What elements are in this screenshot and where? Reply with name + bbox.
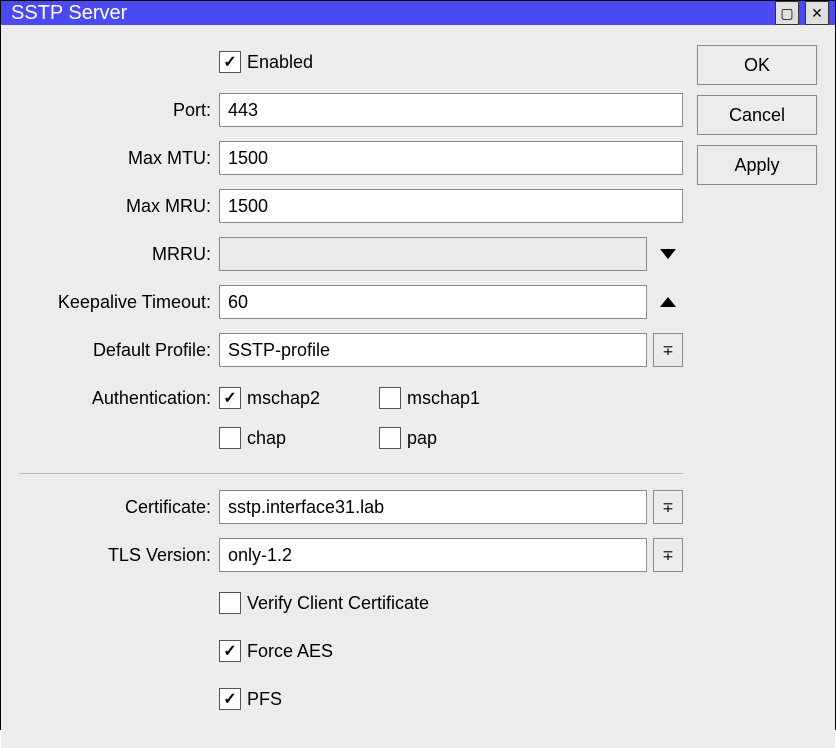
row-port: Port:	[19, 93, 683, 127]
chevron-down-icon	[660, 249, 676, 259]
row-max-mtu: Max MTU:	[19, 141, 683, 175]
enabled-checkbox[interactable]	[219, 51, 241, 73]
sstp-server-window: SSTP Server ▢ ✕ Enabled	[0, 0, 836, 730]
max-mtu-label: Max MTU:	[19, 148, 219, 169]
certificate-label: Certificate:	[19, 497, 219, 518]
mschap1-checkbox[interactable]	[379, 387, 401, 409]
titlebar-buttons: ▢ ✕	[775, 1, 829, 25]
restore-button[interactable]: ▢	[775, 1, 799, 25]
row-keepalive: Keepalive Timeout:	[19, 285, 683, 319]
close-icon: ✕	[811, 6, 823, 20]
titlebar: SSTP Server ▢ ✕	[1, 1, 835, 25]
row-verify-client: Verify Client Certificate	[19, 586, 683, 620]
row-auth-1: Authentication: mschap2 mschap1	[19, 381, 683, 415]
row-max-mru: Max MRU:	[19, 189, 683, 223]
pfs-checkbox-label[interactable]: PFS	[219, 688, 282, 710]
max-mru-label: Max MRU:	[19, 196, 219, 217]
pfs-text: PFS	[247, 689, 282, 710]
pap-text: pap	[407, 428, 437, 449]
verify-client-checkbox-label[interactable]: Verify Client Certificate	[219, 592, 429, 614]
chap-checkbox-label[interactable]: chap	[219, 427, 349, 449]
restore-icon: ▢	[780, 6, 793, 20]
ok-button[interactable]: OK	[697, 45, 817, 85]
certificate-dropdown-button[interactable]: ∓	[653, 490, 683, 524]
cancel-button[interactable]: Cancel	[697, 95, 817, 135]
side-buttons: OK Cancel Apply	[697, 45, 817, 730]
close-button[interactable]: ✕	[805, 1, 829, 25]
pap-checkbox[interactable]	[379, 427, 401, 449]
chevron-up-icon	[660, 297, 676, 307]
mrru-expand-button[interactable]	[653, 237, 683, 271]
row-default-profile: Default Profile: ∓	[19, 333, 683, 367]
force-aes-checkbox[interactable]	[219, 640, 241, 662]
port-label: Port:	[19, 100, 219, 121]
keepalive-label: Keepalive Timeout:	[19, 292, 219, 313]
max-mtu-input[interactable]	[219, 141, 683, 175]
force-aes-text: Force AES	[247, 641, 333, 662]
form-column: Enabled Port: Max MTU: Max MRU:	[19, 45, 683, 730]
verify-client-checkbox[interactable]	[219, 592, 241, 614]
row-tls-version: TLS Version: ∓	[19, 538, 683, 572]
row-auth-2: chap pap	[19, 421, 683, 455]
mschap1-checkbox-label[interactable]: mschap1	[379, 387, 509, 409]
force-aes-checkbox-label[interactable]: Force AES	[219, 640, 333, 662]
row-enabled: Enabled	[19, 45, 683, 79]
window-title: SSTP Server	[11, 2, 127, 25]
verify-client-text: Verify Client Certificate	[247, 593, 429, 614]
mrru-input[interactable]	[219, 237, 647, 271]
certificate-input[interactable]	[219, 490, 647, 524]
row-pfs: PFS	[19, 682, 683, 716]
tls-version-dropdown-button[interactable]: ∓	[653, 538, 683, 572]
port-input[interactable]	[219, 93, 683, 127]
row-certificate: Certificate: ∓	[19, 490, 683, 524]
mschap2-checkbox-label[interactable]: mschap2	[219, 387, 349, 409]
keepalive-collapse-button[interactable]	[653, 285, 683, 319]
dialog-body: Enabled Port: Max MTU: Max MRU:	[1, 25, 835, 748]
chap-checkbox[interactable]	[219, 427, 241, 449]
enabled-text: Enabled	[247, 52, 313, 73]
mschap1-text: mschap1	[407, 388, 480, 409]
default-profile-input[interactable]	[219, 333, 647, 367]
tls-version-label: TLS Version:	[19, 545, 219, 566]
mschap2-text: mschap2	[247, 388, 320, 409]
authentication-label: Authentication:	[19, 388, 219, 409]
tls-version-input[interactable]	[219, 538, 647, 572]
default-profile-dropdown-button[interactable]: ∓	[653, 333, 683, 367]
pap-checkbox-label[interactable]: pap	[379, 427, 509, 449]
dropdown-icon: ∓	[662, 343, 674, 357]
enabled-checkbox-label[interactable]: Enabled	[219, 51, 313, 73]
keepalive-input[interactable]	[219, 285, 647, 319]
dropdown-icon: ∓	[662, 500, 674, 514]
pfs-checkbox[interactable]	[219, 688, 241, 710]
dropdown-icon: ∓	[662, 548, 674, 562]
default-profile-label: Default Profile:	[19, 340, 219, 361]
chap-text: chap	[247, 428, 286, 449]
max-mru-input[interactable]	[219, 189, 683, 223]
apply-button[interactable]: Apply	[697, 145, 817, 185]
mschap2-checkbox[interactable]	[219, 387, 241, 409]
row-mrru: MRRU:	[19, 237, 683, 271]
separator	[19, 473, 683, 474]
mrru-label: MRRU:	[19, 244, 219, 265]
row-force-aes: Force AES	[19, 634, 683, 668]
